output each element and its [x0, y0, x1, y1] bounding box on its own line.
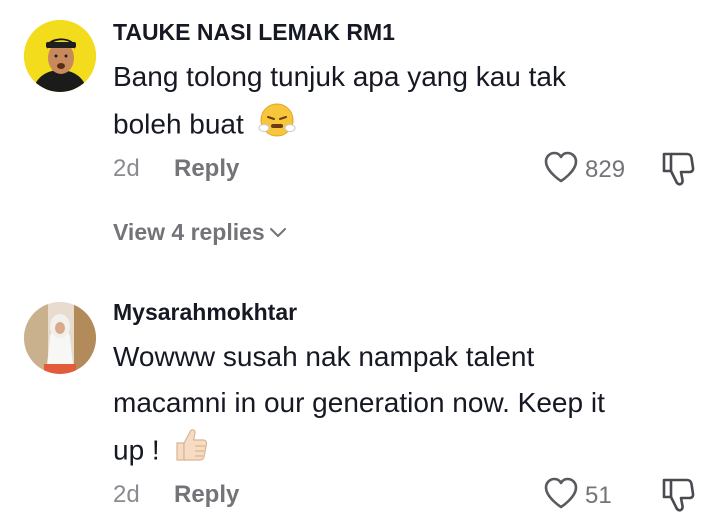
thumbs-down-outline-icon — [662, 478, 695, 512]
comment-text: Wowww susah nak nampak talent macamni in… — [113, 334, 693, 478]
dislike-button[interactable] — [660, 476, 696, 519]
comment-username[interactable]: Mysarahmokhtar — [113, 299, 297, 326]
like-button[interactable]: 51 — [543, 476, 612, 515]
thumbs-down-outline-icon — [662, 152, 695, 186]
comment-text: Bang tolong tunjuk apa yang kau tak bole… — [113, 54, 693, 152]
comment-text-line: macamni in our generation now. Keep it — [113, 387, 605, 418]
comment-username[interactable]: TAUKE NASI LEMAK RM1 — [113, 19, 395, 46]
comment-text-line: Wowww susah nak nampak talent — [113, 341, 535, 372]
like-button[interactable]: 829 — [543, 150, 625, 189]
steam-face-emoji-icon — [258, 100, 296, 152]
comment-text-line: boleh buat — [113, 100, 693, 152]
avatar[interactable] — [24, 20, 96, 92]
avatar-image — [24, 302, 96, 374]
comment-item-1: TAUKE NASI LEMAK RM1 Bang tolong tunjuk … — [0, 0, 720, 270]
comment-text-line: Bang tolong tunjuk apa yang kau tak — [113, 61, 567, 92]
reply-button[interactable]: Reply — [174, 481, 239, 509]
avatar-image — [24, 20, 96, 92]
thumbs-up-emoji-icon — [173, 426, 209, 478]
dislike-button[interactable] — [660, 150, 696, 193]
heart-outline-icon — [543, 150, 579, 189]
comment-text-line-content: up ! — [113, 434, 160, 466]
comment-item-2: Mysarahmokhtar Wowww susah nak nampak ta… — [0, 270, 720, 530]
chevron-down-icon — [269, 227, 286, 237]
comment-text-line: up ! — [113, 426, 693, 478]
comment-age: 2d — [113, 481, 140, 508]
like-count: 51 — [585, 481, 612, 509]
comment-text-line-content: boleh buat — [113, 108, 244, 140]
comment-age: 2d — [113, 155, 140, 182]
like-count: 829 — [585, 155, 626, 183]
view-replies-label: View 4 replies — [113, 219, 265, 245]
reply-button[interactable]: Reply — [174, 155, 239, 183]
heart-outline-icon — [543, 476, 579, 515]
view-replies-button[interactable]: View 4 replies — [113, 219, 287, 246]
avatar[interactable] — [24, 302, 96, 374]
